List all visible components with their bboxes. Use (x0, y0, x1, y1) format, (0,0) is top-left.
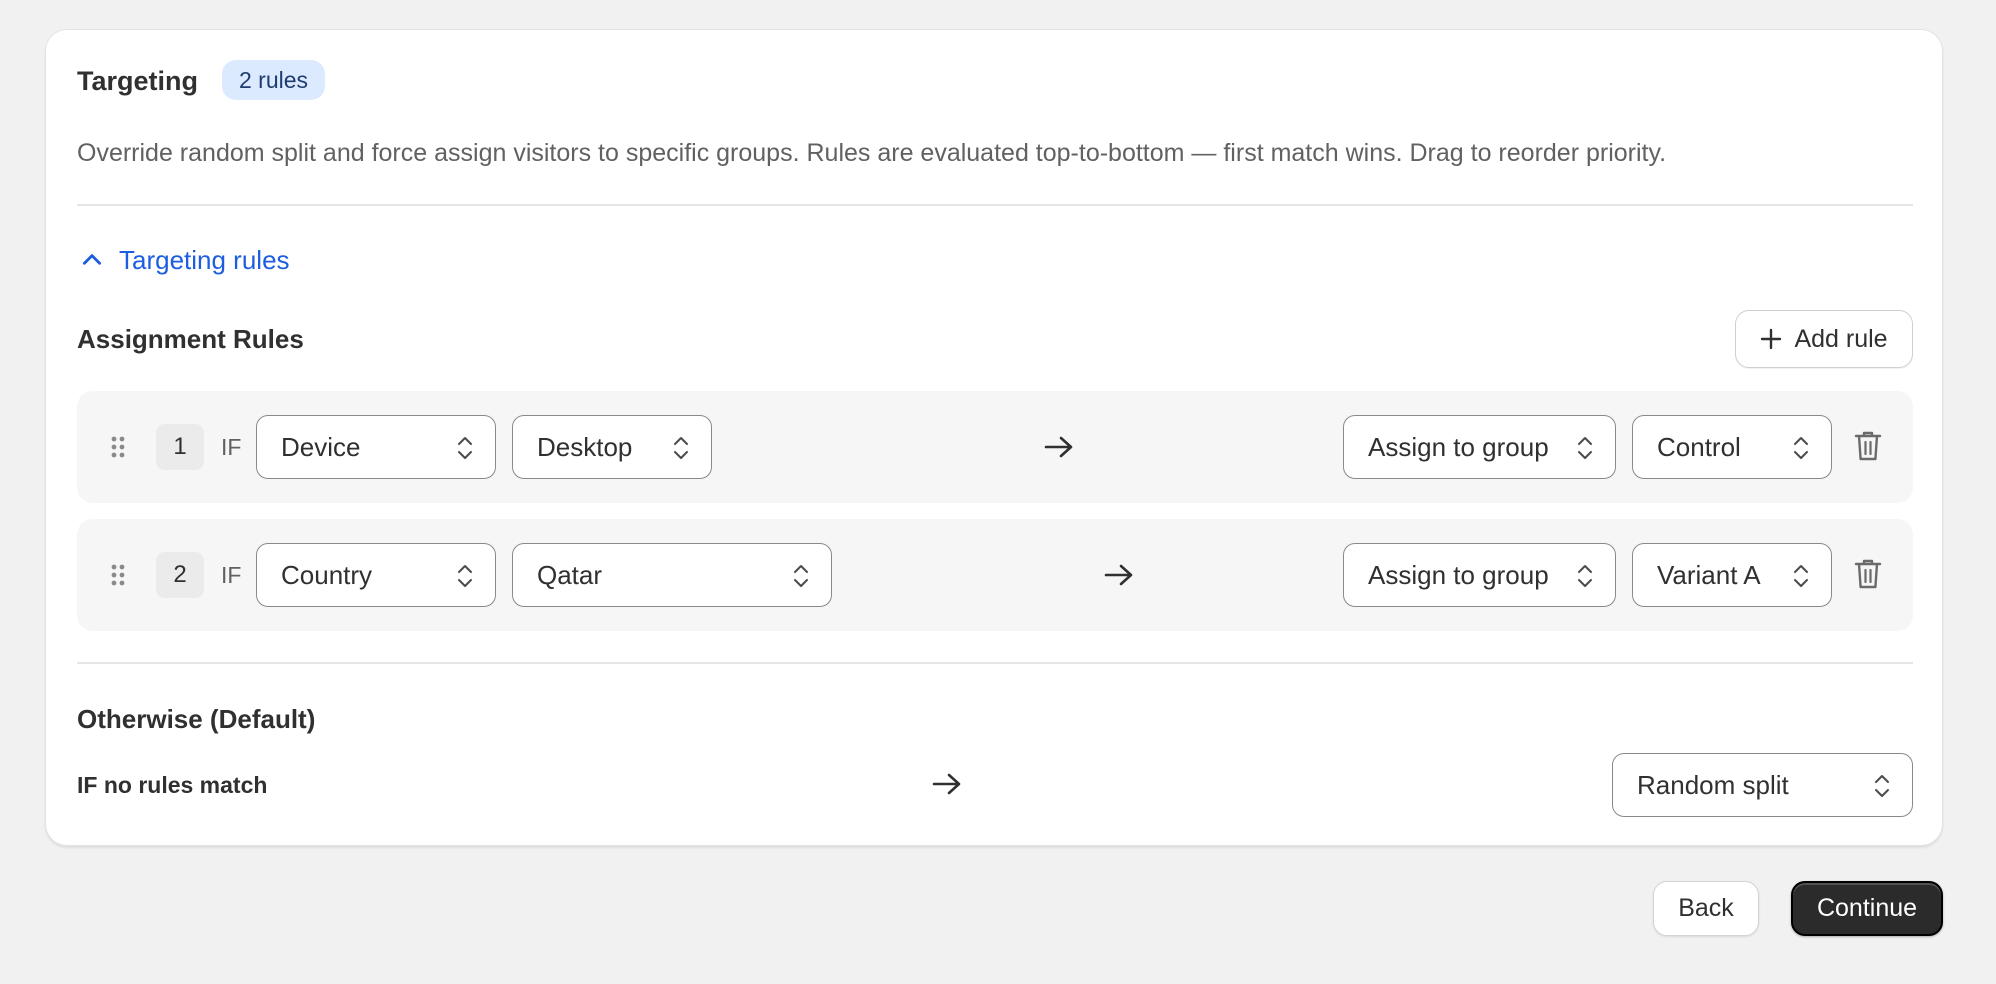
card-title: Targeting (77, 66, 198, 96)
continue-button[interactable]: Continue (1791, 881, 1943, 936)
drag-handle-icon[interactable] (110, 563, 126, 587)
condition-value-select[interactable]: Desktop (512, 415, 712, 479)
group-value: Control (1657, 432, 1741, 462)
targeting-card: Targeting 2 rules Override random split … (45, 29, 1943, 846)
select-chevron-icon (794, 565, 808, 587)
if-label: IF (221, 434, 242, 460)
arrow-right-icon (1044, 436, 1073, 458)
rule-number: 2 (156, 552, 204, 598)
action-value: Assign to group (1368, 560, 1549, 590)
condition-value-select[interactable]: Qatar (512, 543, 832, 607)
add-rule-button[interactable]: Add rule (1735, 310, 1913, 368)
group-select[interactable]: Control (1632, 415, 1832, 479)
default-section-title: Otherwise (Default) (77, 704, 316, 734)
chevron-up-icon (83, 254, 101, 265)
select-chevron-icon (458, 565, 472, 587)
trash-icon[interactable] (1853, 429, 1883, 463)
group-select[interactable]: Variant A (1632, 543, 1832, 607)
add-rule-label: Add rule (1794, 324, 1888, 353)
divider (77, 662, 1913, 664)
toggle-label: Targeting rules (119, 245, 290, 275)
if-label: IF (221, 562, 242, 588)
condition-field-value: Country (281, 560, 373, 590)
card-description: Override random split and force assign v… (77, 139, 1667, 167)
back-button[interactable]: Back (1653, 881, 1759, 936)
condition-field-value: Device (281, 432, 361, 462)
arrow-right-icon (932, 773, 961, 795)
action-select[interactable]: Assign to group (1343, 543, 1616, 607)
select-chevron-icon (1794, 565, 1808, 587)
trash-icon[interactable] (1853, 557, 1883, 591)
drag-handle-icon[interactable] (110, 435, 126, 459)
assignment-rules-title: Assignment Rules (77, 324, 304, 354)
targeting-rules-toggle[interactable]: Targeting rules (79, 244, 290, 276)
condition-value: Desktop (537, 432, 633, 462)
select-chevron-icon (1578, 437, 1592, 459)
select-chevron-icon (1794, 437, 1808, 459)
select-chevron-icon (458, 437, 472, 459)
condition-field-select[interactable]: Device (256, 415, 496, 479)
rule-row-1: 1 IF Device Desktop Assign to group Cont… (77, 391, 1913, 503)
divider (77, 204, 1913, 206)
rules-count-badge: 2 rules (222, 60, 326, 100)
action-select[interactable]: Assign to group (1343, 415, 1616, 479)
default-assignment-select[interactable]: Random split (1612, 753, 1913, 817)
default-condition-label: IF no rules match (77, 772, 268, 798)
default-assignment-value: Random split (1637, 770, 1789, 800)
select-chevron-icon (1578, 565, 1592, 587)
select-chevron-icon (1875, 775, 1889, 797)
arrow-right-icon (1104, 564, 1133, 586)
condition-field-select[interactable]: Country (256, 543, 496, 607)
group-value: Variant A (1657, 560, 1761, 590)
select-chevron-icon (674, 437, 688, 459)
rule-number: 1 (156, 424, 204, 470)
rule-row-2: 2 IF Country Qatar Assign to group Varia… (77, 519, 1913, 631)
condition-value: Qatar (537, 560, 603, 590)
plus-icon (1761, 328, 1782, 350)
action-value: Assign to group (1368, 432, 1549, 462)
